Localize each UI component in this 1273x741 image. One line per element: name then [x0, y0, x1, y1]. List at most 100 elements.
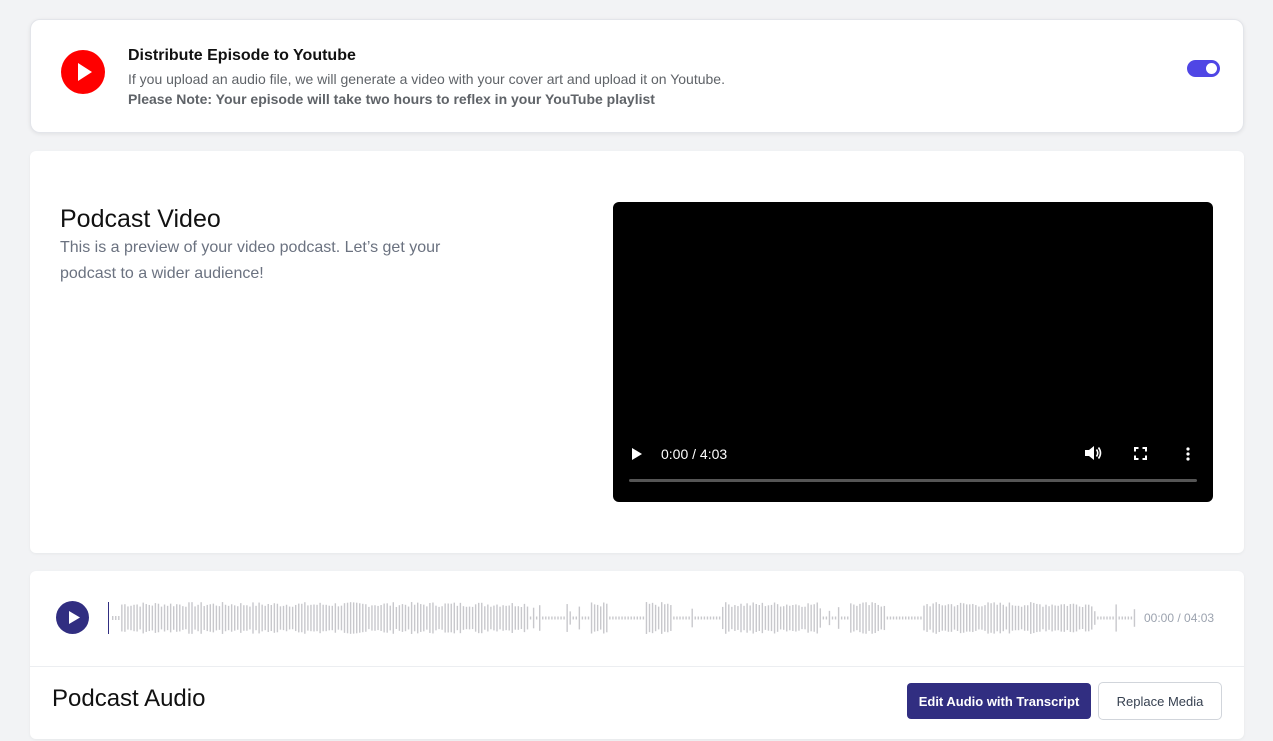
- waveform-bar: [856, 605, 858, 631]
- waveform-bar: [444, 603, 446, 633]
- waveform-bar: [197, 604, 199, 632]
- waveform-bar: [1078, 606, 1081, 630]
- waveform-bar: [526, 606, 529, 630]
- waveform-bar: [844, 616, 846, 620]
- waveform-bar: [987, 602, 989, 634]
- waveform-bar: [380, 605, 382, 631]
- youtube-distribution-toggle[interactable]: [1187, 60, 1220, 77]
- waveform-bar: [764, 606, 767, 630]
- youtube-distribution-card: Distribute Episode to Youtube If you upl…: [30, 19, 1244, 133]
- waveform-bar: [1118, 616, 1120, 620]
- replace-media-button[interactable]: Replace Media: [1098, 682, 1222, 720]
- waveform-bar: [1072, 603, 1075, 633]
- waveform-bar: [603, 602, 605, 634]
- waveform-bar: [337, 606, 340, 630]
- waveform-bar: [761, 602, 764, 634]
- waveform-bar: [127, 606, 129, 630]
- waveform-bar: [978, 606, 980, 630]
- waveform-bar: [261, 604, 263, 632]
- waveform-bar: [798, 605, 800, 631]
- waveform-bar: [731, 606, 733, 630]
- waveform-bar: [282, 605, 285, 631]
- waveform-bar: [438, 606, 440, 630]
- waveform-bar: [1069, 604, 1072, 632]
- waveform-bar: [279, 606, 282, 630]
- waveform-bar: [593, 604, 596, 632]
- waveform-bar: [255, 605, 257, 631]
- waveform-bar: [1115, 604, 1117, 632]
- waveform-bar: [868, 605, 870, 631]
- waveform-bar: [584, 616, 587, 620]
- waveform-bar: [1066, 605, 1069, 631]
- waveform-bar: [401, 604, 404, 632]
- waveform-bar: [139, 606, 141, 630]
- waveform-bar: [392, 602, 394, 634]
- waveform-bar: [234, 605, 236, 631]
- waveform-bar: [496, 604, 498, 632]
- waveform-bar: [246, 605, 248, 631]
- fullscreen-icon[interactable]: [1134, 447, 1147, 465]
- waveform-bar: [121, 604, 123, 632]
- edit-audio-with-transcript-button[interactable]: Edit Audio with Transcript: [907, 683, 1091, 719]
- waveform-bar: [740, 603, 742, 633]
- waveform-bar: [822, 616, 825, 620]
- waveform-bar: [596, 604, 599, 632]
- waveform-bar: [529, 616, 532, 620]
- waveform-bar: [142, 602, 144, 634]
- play-icon[interactable]: [631, 447, 643, 466]
- waveform-bar: [743, 605, 745, 631]
- waveform-bar: [993, 602, 995, 634]
- waveform-bar: [819, 608, 821, 628]
- waveform-bar: [670, 605, 672, 631]
- waveform-bar: [166, 605, 169, 631]
- waveform-bar: [770, 604, 773, 632]
- waveform-bar: [1008, 602, 1011, 634]
- waveform-bar: [288, 606, 291, 630]
- youtube-note: Please Note: Your episode will take two …: [128, 91, 655, 107]
- waveform-bar: [230, 604, 233, 632]
- waveform-bar: [682, 616, 684, 620]
- waveform-bar: [786, 604, 788, 632]
- waveform-bar: [1023, 605, 1026, 631]
- waveform-bar: [651, 602, 654, 634]
- waveform-bar: [569, 611, 571, 625]
- waveform-bar: [752, 602, 754, 634]
- waveform-bar: [1042, 606, 1044, 630]
- waveform-bar: [880, 606, 882, 630]
- waveform-bar: [209, 604, 211, 632]
- podcast-audio-card: 00:00 / 04:03 Podcast Audio Edit Audio w…: [30, 571, 1244, 739]
- youtube-play-icon: [61, 50, 105, 94]
- audio-play-button[interactable]: [56, 601, 89, 634]
- waveform-bar: [148, 604, 150, 632]
- waveform-bar: [420, 604, 422, 632]
- volume-icon[interactable]: [1084, 445, 1102, 466]
- waveform-bar: [1063, 604, 1065, 632]
- waveform-bar: [490, 606, 492, 630]
- waveform-bar: [410, 602, 413, 634]
- waveform-bar: [734, 605, 736, 631]
- waveform-bar: [825, 616, 828, 620]
- waveform-bar: [828, 610, 831, 626]
- waveform-bar: [831, 616, 834, 620]
- waveform-bar: [1084, 604, 1087, 632]
- video-time: 0:00 / 4:03: [661, 446, 728, 462]
- waveform-bar: [548, 616, 550, 620]
- more-vert-icon[interactable]: [1186, 447, 1190, 466]
- waveform-bar: [264, 605, 266, 631]
- video-progress-bar[interactable]: [629, 479, 1197, 482]
- waveform-bar: [560, 616, 562, 620]
- waveform-bar: [804, 606, 806, 630]
- waveform-bar: [679, 616, 681, 620]
- waveform-bar: [468, 606, 471, 630]
- video-player[interactable]: 0:00 / 4:03: [613, 202, 1213, 502]
- waveform-bar: [972, 603, 974, 633]
- waveform-bar: [462, 606, 465, 630]
- waveform-bar: [996, 604, 998, 632]
- audio-time: 00:00 / 04:03: [1144, 611, 1215, 625]
- waveform-bar: [191, 602, 193, 634]
- waveform-bar: [566, 604, 568, 632]
- waveform-bar: [920, 616, 922, 620]
- audio-waveform[interactable]: [108, 601, 1138, 635]
- waveform-bar: [590, 602, 593, 634]
- waveform-bar: [346, 602, 349, 634]
